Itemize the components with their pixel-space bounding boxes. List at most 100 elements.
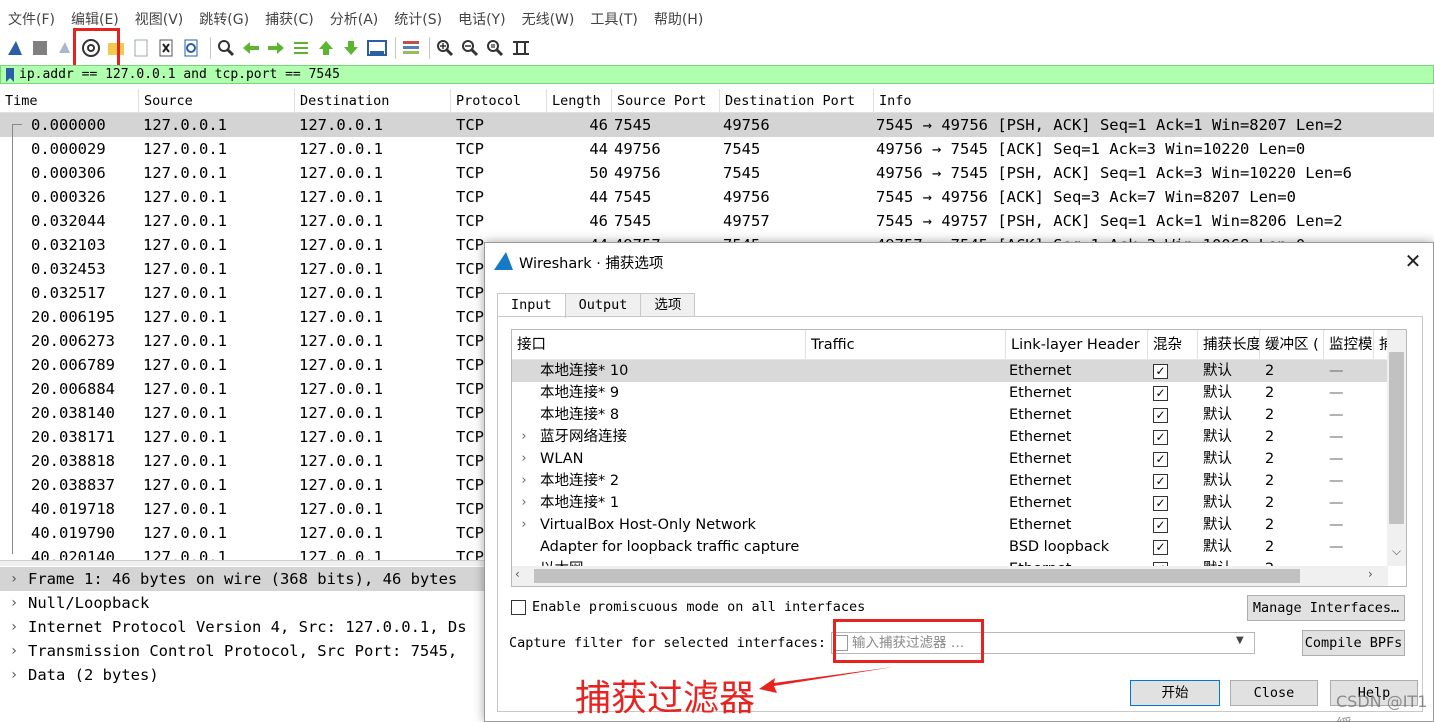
interface-row[interactable]: › VirtualBox Host-Only Network Ethernet ✓ 默认… xyxy=(512,514,1406,536)
vertical-scrollbar-thumb[interactable] xyxy=(1389,352,1404,524)
promiscuous-checkbox[interactable]: ✓ xyxy=(1153,539,1168,555)
horizontal-scrollbar-thumb[interactable] xyxy=(534,569,1300,583)
chevron-down-icon[interactable]: ▼ xyxy=(1236,635,1244,646)
header-link-layer[interactable]: Link-layer Header xyxy=(1006,330,1148,359)
packet-row[interactable]: 0.000306 127.0.0.1 127.0.0.1 TCP 50 49756 7545… xyxy=(0,161,1434,185)
last-packet-icon[interactable] xyxy=(340,37,362,59)
go-back-icon[interactable] xyxy=(240,37,262,59)
menu-item[interactable]: 跳转(G) xyxy=(191,9,257,31)
column-protocol[interactable]: Protocol xyxy=(451,89,547,112)
close-button[interactable]: Close xyxy=(1230,680,1318,706)
column-time[interactable]: Time xyxy=(0,89,139,112)
packet-row[interactable]: 0.000000 127.0.0.1 127.0.0.1 TCP 46 7545 49756… xyxy=(0,113,1434,137)
header-monitor[interactable]: 监控模 xyxy=(1324,330,1374,359)
menu-item[interactable]: 统计(S) xyxy=(386,9,450,31)
interface-row[interactable]: › 蓝牙网络连接 Ethernet ✓ 默认 2 — xyxy=(512,426,1406,448)
menu-item[interactable]: 电话(Y) xyxy=(450,9,513,31)
promiscuous-checkbox[interactable]: ✓ xyxy=(1153,429,1168,445)
expand-icon[interactable]: › xyxy=(512,448,536,470)
close-file-icon[interactable] xyxy=(155,37,177,59)
expand-icon[interactable]: › xyxy=(512,492,536,514)
manage-interfaces-button[interactable]: Manage Interfaces… xyxy=(1247,595,1405,621)
find-icon[interactable] xyxy=(215,37,237,59)
save-file-icon[interactable] xyxy=(130,37,152,59)
interface-row[interactable]: 本地连接* 8 Ethernet ✓ 默认 2 — xyxy=(512,404,1406,426)
chevron-right-icon[interactable]: › xyxy=(0,619,22,635)
column-info[interactable]: Info xyxy=(874,89,1434,112)
start-button[interactable]: 开始 xyxy=(1130,680,1220,706)
interface-row[interactable]: 本地连接* 10 Ethernet ✓ 默认 2 — xyxy=(512,360,1406,382)
packet-row[interactable]: 0.032044 127.0.0.1 127.0.0.1 TCP 46 7545 49757… xyxy=(0,209,1434,233)
expand-icon[interactable] xyxy=(512,382,536,404)
display-filter-input[interactable]: ip.addr == 127.0.0.1 and tcp.port == 754… xyxy=(19,67,340,82)
menu-item[interactable]: 工具(T) xyxy=(582,9,645,31)
promiscuous-checkbox[interactable]: ✓ xyxy=(1153,407,1168,423)
menu-item[interactable]: 帮助(H) xyxy=(646,9,711,31)
column-destination-port[interactable]: Destination Port xyxy=(720,89,874,112)
interface-row[interactable]: Adapter for loopback traffic capture BSD … xyxy=(512,536,1406,558)
colorize-icon[interactable] xyxy=(400,37,422,59)
scroll-left-icon[interactable]: ‹ xyxy=(515,567,520,581)
interface-row[interactable]: › 本地连接* 1 Ethernet ✓ 默认 2 — xyxy=(512,492,1406,514)
go-forward-icon[interactable] xyxy=(265,37,287,59)
horizontal-scrollbar[interactable]: ‹ › xyxy=(512,566,1388,586)
autoscroll-icon[interactable] xyxy=(366,37,388,59)
column-source[interactable]: Source xyxy=(139,89,295,112)
zoom-out-icon[interactable] xyxy=(459,37,481,59)
tab-output[interactable]: Output xyxy=(564,293,642,317)
chevron-right-icon[interactable]: › xyxy=(0,643,22,659)
menu-item[interactable]: 无线(W) xyxy=(514,9,583,31)
chevron-right-icon[interactable]: › xyxy=(0,571,22,587)
normal-size-icon[interactable] xyxy=(484,37,506,59)
header-capture[interactable]: 捕 xyxy=(1374,330,1388,359)
promiscuous-checkbox[interactable]: ✓ xyxy=(1153,451,1168,467)
column-destination[interactable]: Destination xyxy=(295,89,451,112)
menu-item[interactable]: 分析(A) xyxy=(322,9,387,31)
header-promiscuous[interactable]: 混杂 xyxy=(1148,330,1198,359)
promiscuous-checkbox[interactable]: ✓ xyxy=(1153,517,1168,533)
promiscuous-checkbox[interactable]: ✓ xyxy=(1153,495,1168,511)
promiscuous-checkbox[interactable]: ✓ xyxy=(1153,363,1168,379)
header-snaplen[interactable]: 捕获长度 xyxy=(1198,330,1260,359)
promiscuous-checkbox[interactable]: ✓ xyxy=(1153,473,1168,489)
expand-icon[interactable]: › xyxy=(512,514,536,536)
resize-columns-icon[interactable] xyxy=(510,37,532,59)
shark-fin-icon[interactable] xyxy=(4,37,26,59)
column-length[interactable]: Length xyxy=(547,89,612,112)
reload-icon[interactable] xyxy=(180,37,202,59)
menu-item[interactable]: 捕获(C) xyxy=(257,9,322,31)
zoom-in-icon[interactable] xyxy=(434,37,456,59)
promiscuous-checkbox[interactable] xyxy=(511,599,526,615)
chevron-right-icon[interactable]: › xyxy=(0,595,22,611)
chevron-right-icon[interactable]: › xyxy=(0,667,22,683)
column-source-port[interactable]: Source Port xyxy=(612,89,720,112)
tab-options[interactable]: 选项 xyxy=(640,293,696,317)
header-buffer[interactable]: 缓冲区 ( xyxy=(1260,330,1324,359)
bookmark-icon[interactable] xyxy=(1,66,19,83)
stop-icon[interactable] xyxy=(29,37,51,59)
scroll-right-icon[interactable]: › xyxy=(1368,567,1373,581)
scroll-down-icon[interactable]: ⌵ xyxy=(1387,544,1406,564)
display-filter-bar[interactable]: ip.addr == 127.0.0.1 and tcp.port == 754… xyxy=(0,65,1434,84)
packet-row[interactable]: 0.000326 127.0.0.1 127.0.0.1 TCP 44 7545 49756… xyxy=(0,185,1434,209)
go-to-packet-icon[interactable] xyxy=(290,37,312,59)
packet-row[interactable]: 0.000029 127.0.0.1 127.0.0.1 TCP 44 49756 7545… xyxy=(0,137,1434,161)
expand-icon[interactable] xyxy=(512,536,536,558)
menu-item[interactable]: 文件(F) xyxy=(0,9,63,31)
expand-icon[interactable] xyxy=(512,404,536,426)
expand-icon[interactable]: › xyxy=(512,470,536,492)
detail-row[interactable]: › Frame 1: 46 bytes on wire (368 bits), 4… xyxy=(0,567,484,591)
interface-row[interactable]: 本地连接* 9 Ethernet ✓ 默认 2 — xyxy=(512,382,1406,404)
interface-row[interactable]: › WLAN Ethernet ✓ 默认 2 — xyxy=(512,448,1406,470)
compile-bpfs-button[interactable]: Compile BPFs xyxy=(1302,630,1405,656)
first-packet-icon[interactable] xyxy=(315,37,337,59)
promiscuous-checkbox[interactable]: ✓ xyxy=(1153,385,1168,401)
expand-icon[interactable]: › xyxy=(512,426,536,448)
close-icon[interactable]: ✕ xyxy=(1401,249,1425,273)
header-interface[interactable]: 接口 xyxy=(512,330,806,359)
tab-input[interactable]: Input xyxy=(497,293,566,318)
interface-row[interactable]: › 本地连接* 2 Ethernet ✓ 默认 2 — xyxy=(512,470,1406,492)
menu-item[interactable]: 视图(V) xyxy=(127,9,192,31)
header-traffic[interactable]: Traffic xyxy=(806,330,1006,359)
vertical-scrollbar[interactable]: ⌵ xyxy=(1387,330,1406,566)
